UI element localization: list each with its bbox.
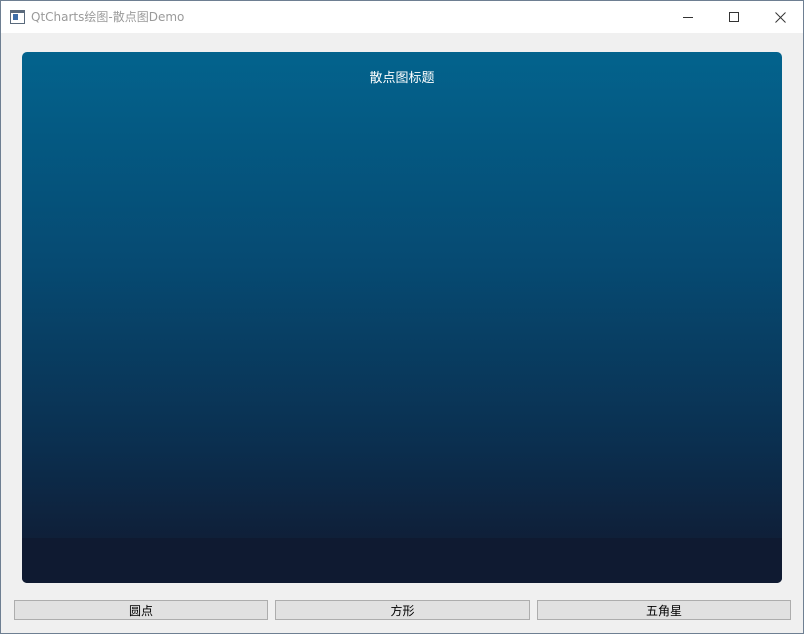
chart-title: 散点图标题 <box>369 71 435 86</box>
scatter-plot-area <box>22 52 782 583</box>
main-window: QtCharts绘图-散点图Demo 散点图标题 圆点 方形 五角星 <box>0 0 804 634</box>
app-window-icon <box>10 10 25 24</box>
maximize-button[interactable] <box>711 1 757 33</box>
square-marker-button[interactable]: 方形 <box>275 600 530 620</box>
star-marker-button[interactable]: 五角星 <box>537 600 791 620</box>
close-button[interactable] <box>757 1 803 33</box>
minimize-button[interactable] <box>665 1 711 33</box>
title-bar[interactable]: QtCharts绘图-散点图Demo <box>1 1 803 33</box>
scatter-chart-view[interactable]: 散点图标题 <box>22 52 782 583</box>
circle-marker-button[interactable]: 圆点 <box>14 600 268 620</box>
maximize-icon <box>729 12 739 22</box>
close-icon <box>775 12 786 23</box>
minimize-icon <box>683 17 693 18</box>
window-title: QtCharts绘图-散点图Demo <box>31 10 185 24</box>
